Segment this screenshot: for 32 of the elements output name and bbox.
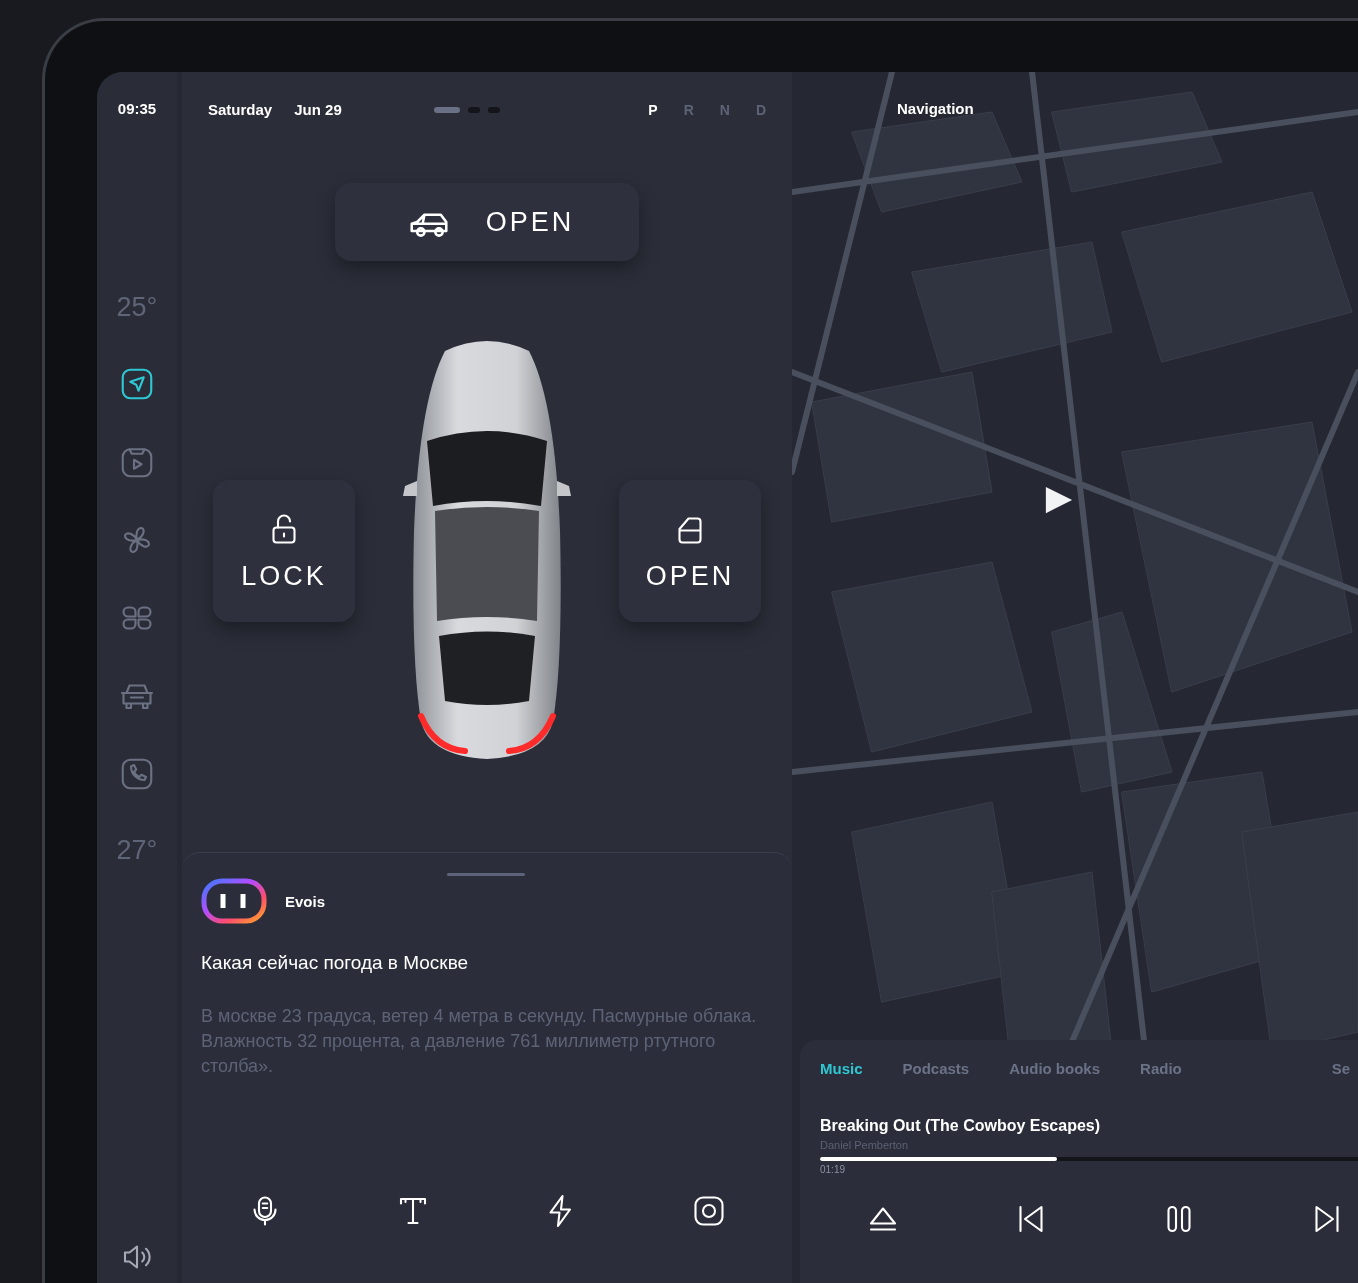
progress-track[interactable]: [820, 1157, 1358, 1161]
media-tab[interactable]: Se: [1331, 1060, 1351, 1077]
gear-selector[interactable]: R: [683, 101, 694, 118]
track-title: Breaking Out (The Cowboy Escapes): [820, 1117, 1102, 1135]
trunk-open-button[interactable]: OPEN: [335, 183, 639, 261]
media-tab[interactable]: Podcasts: [902, 1060, 970, 1077]
artist-name: Daniel Pemberton: [820, 1139, 910, 1151]
camera-icon[interactable]: [691, 1193, 727, 1229]
user-query: Какая сейчас погода в Москве: [201, 952, 470, 974]
door-open-button[interactable]: OPEN: [619, 480, 761, 622]
lock-button[interactable]: LOCK: [213, 480, 355, 622]
day-label: Saturday: [208, 101, 273, 118]
temperature-reading: 27°: [116, 835, 158, 866]
elapsed-time: 01:19: [820, 1164, 847, 1175]
assistant-name: Evois: [285, 892, 326, 910]
media-tab[interactable]: Audio books: [1009, 1060, 1101, 1077]
drag-handle[interactable]: [446, 873, 525, 876]
gear-selector[interactable]: P: [648, 101, 658, 118]
navigation-icon[interactable]: [119, 366, 155, 402]
assistant-answer: В москве 23 градуса, ветер 4 метра в секунду. Пасмурные облака. Влажность 32 процента, а давление 761 миллиметр ртутного столба».: [201, 1005, 758, 1078]
media-tab[interactable]: Radio: [1140, 1060, 1182, 1077]
navigation-title: Navigation: [897, 100, 974, 117]
phone-icon[interactable]: [119, 756, 155, 792]
assistant-logo-icon: [201, 878, 267, 924]
gear-selector[interactable]: N: [719, 101, 730, 118]
position-arrow-icon: [1044, 484, 1074, 516]
date-label: Jun 29: [294, 101, 342, 118]
gear-selector[interactable]: D: [755, 101, 766, 118]
clock-time: 09:35: [117, 100, 157, 117]
temperature-reading: 25°: [116, 292, 158, 323]
media-tab[interactable]: Music: [820, 1060, 863, 1077]
page-indicator[interactable]: [433, 106, 460, 113]
